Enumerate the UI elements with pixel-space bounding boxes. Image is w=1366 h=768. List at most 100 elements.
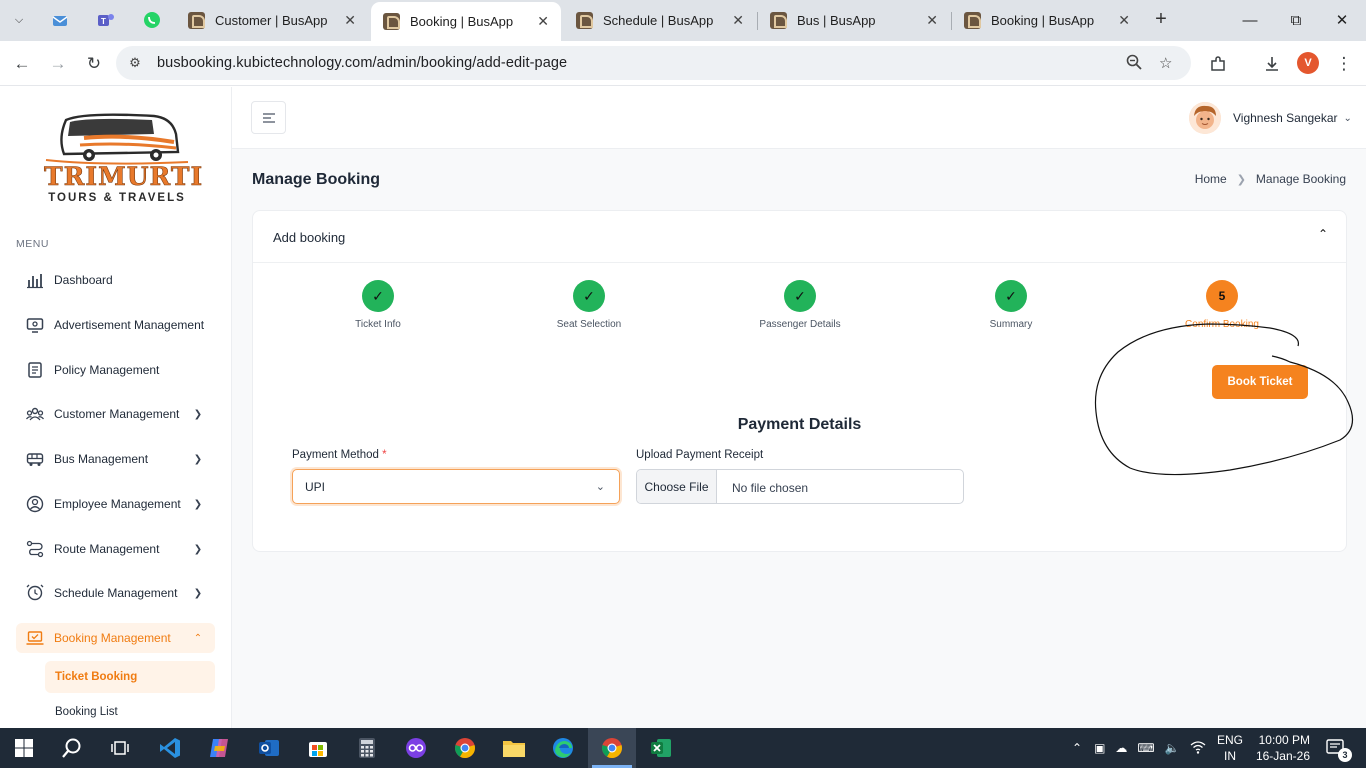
pinned-tab-teams[interactable]: T: [95, 9, 117, 31]
pinned-tab-whatsapp[interactable]: [141, 9, 163, 31]
chevron-down-icon: ⌄: [1343, 112, 1352, 124]
bookmark-star-icon[interactable]: ☆: [1159, 54, 1172, 72]
speaker-icon[interactable]: 🔈: [1165, 741, 1180, 755]
step-seat-selection[interactable]: ✓ Seat Selection: [529, 280, 649, 330]
keyboard-icon[interactable]: ⌨: [1137, 741, 1154, 755]
edge-icon[interactable]: [549, 734, 577, 762]
excel-icon[interactable]: [647, 734, 675, 762]
chrome-icon[interactable]: [451, 734, 479, 762]
close-tab-icon[interactable]: ✕: [926, 12, 938, 29]
step-ticket-info[interactable]: ✓ Ticket Info: [318, 280, 438, 330]
site-info-icon[interactable]: ⚙: [126, 54, 144, 72]
language-indicator[interactable]: ENG IN: [1212, 732, 1248, 764]
chevron-up-icon[interactable]: ⌃: [1318, 227, 1328, 241]
close-window-icon[interactable]: ✕: [1322, 6, 1362, 34]
tab-search-chevron-icon[interactable]: ⌵: [6, 8, 32, 32]
chrome-active-icon[interactable]: [598, 734, 626, 762]
breadcrumb-home[interactable]: Home: [1195, 172, 1227, 186]
clock[interactable]: 10:00 PM 16-Jan-26: [1252, 732, 1310, 764]
sidebar-item-label: Dashboard: [54, 273, 113, 287]
sidebar-item-advertisement[interactable]: Advertisement Management: [16, 310, 215, 340]
chevron-up-icon[interactable]: ⌃: [1072, 741, 1082, 755]
step-summary[interactable]: ✓ Summary: [951, 280, 1071, 330]
sidebar-item-label: Employee Management: [54, 497, 181, 511]
outlook-icon[interactable]: [255, 734, 283, 762]
chevron-down-icon: ⌄: [595, 481, 605, 493]
download-icon[interactable]: [1258, 50, 1286, 78]
back-arrow-icon[interactable]: ←: [8, 50, 36, 78]
chevron-down-icon: ❯: [193, 408, 203, 420]
task-view-icon[interactable]: [106, 734, 134, 762]
close-tab-icon[interactable]: ✕: [1118, 12, 1130, 29]
sidebar-subitem-booking-list[interactable]: Booking List: [45, 696, 215, 728]
extensions-icon[interactable]: [1204, 50, 1232, 78]
check-icon: ✓: [995, 280, 1027, 312]
wifi-icon[interactable]: [1190, 740, 1206, 757]
forward-arrow-icon[interactable]: →: [44, 50, 72, 78]
tab-title: Booking | BusApp: [410, 14, 514, 29]
onedrive-icon[interactable]: ☁: [1115, 741, 1127, 755]
sidebar-item-bus[interactable]: Bus Management ❯: [16, 444, 215, 474]
sidebar-item-schedule[interactable]: Schedule Management ❯: [16, 578, 215, 608]
tab-customer[interactable]: Customer | BusApp ✕: [176, 2, 368, 39]
app-header: Vighnesh Sangekar ⌄: [232, 87, 1366, 149]
upload-receipt-input[interactable]: Choose File No file chosen: [636, 469, 964, 504]
pinned-tab-mail[interactable]: [49, 9, 71, 31]
minimize-icon[interactable]: —: [1230, 6, 1270, 34]
browser-menu-icon[interactable]: ⋮: [1330, 50, 1358, 78]
annotation-scribble: [1094, 323, 1354, 476]
sidebar-item-label: Schedule Management: [54, 586, 178, 600]
chevron-down-icon: ❯: [193, 587, 203, 599]
profile-avatar[interactable]: V: [1297, 52, 1319, 74]
page-title: Manage Booking: [252, 171, 381, 188]
sidebar-item-employee[interactable]: Employee Management ❯: [16, 489, 215, 519]
sidebar-item-policy[interactable]: Policy Management: [16, 355, 215, 385]
user-name: Vighnesh Sangekar: [1233, 111, 1338, 125]
sidebar-item-dashboard[interactable]: Dashboard: [16, 265, 215, 295]
sidebar-item-customer[interactable]: Customer Management ❯: [16, 399, 215, 429]
tab-booking-2[interactable]: Booking | BusApp ✕: [952, 2, 1142, 39]
windows-start-icon[interactable]: [10, 734, 38, 762]
close-tab-icon[interactable]: ✕: [537, 13, 549, 30]
bus-icon: [26, 450, 44, 468]
sidebar-subitem-ticket-booking[interactable]: Ticket Booking: [45, 661, 215, 693]
new-tab-plus-icon[interactable]: +: [1150, 9, 1172, 31]
step-passenger-details[interactable]: ✓ Passenger Details: [740, 280, 860, 330]
sidebar-item-booking[interactable]: Booking Management ⌃: [16, 623, 215, 653]
logo-subtitle: TOURS & TRAVELS: [48, 192, 186, 204]
payment-method-select[interactable]: UPI ⌄: [292, 469, 620, 504]
zoom-icon[interactable]: [1126, 54, 1142, 74]
file-explorer-icon[interactable]: [500, 734, 528, 762]
close-tab-icon[interactable]: ✕: [732, 12, 744, 29]
busapp-favicon-icon: [188, 12, 205, 29]
address-bar[interactable]: ⚙ busbooking.kubictechnology.com/admin/b…: [116, 46, 1191, 80]
clipchamp-icon[interactable]: [402, 734, 430, 762]
copilot-icon[interactable]: [205, 734, 233, 762]
search-icon[interactable]: [58, 734, 86, 762]
sidebar-item-route[interactable]: Route Management ❯: [16, 534, 215, 564]
chevron-right-icon: ❯: [1236, 173, 1246, 186]
choose-file-button[interactable]: Choose File: [637, 470, 717, 503]
whatsapp-icon: [144, 12, 160, 28]
reload-icon[interactable]: ↻: [80, 50, 108, 78]
laptop-icon: [26, 629, 44, 647]
url-text[interactable]: busbooking.kubictechnology.com/admin/boo…: [157, 55, 567, 71]
bus-logo-icon: [45, 113, 189, 165]
vscode-icon[interactable]: [156, 734, 184, 762]
logo-title: TRIMURTI: [44, 162, 204, 192]
calculator-icon[interactable]: [353, 734, 381, 762]
restore-icon[interactable]: ⧉: [1276, 6, 1316, 34]
microsoft-store-icon[interactable]: [304, 734, 332, 762]
tab-schedule[interactable]: Schedule | BusApp ✕: [564, 2, 756, 39]
card-title: Add booking: [273, 230, 346, 245]
notification-count: 3: [1338, 748, 1352, 762]
hamburger-menu-icon[interactable]: [251, 101, 286, 134]
card-header[interactable]: Add booking ⌃: [253, 211, 1346, 263]
close-tab-icon[interactable]: ✕: [344, 12, 356, 29]
user-menu[interactable]: Vighnesh Sangekar ⌄: [1189, 102, 1352, 134]
tab-bus[interactable]: Bus | BusApp ✕: [758, 2, 950, 39]
tab-booking-active[interactable]: Booking | BusApp ✕: [371, 2, 561, 41]
tab-title: Booking | BusApp: [991, 13, 1095, 28]
notifications-icon[interactable]: 3: [1320, 734, 1352, 762]
meet-now-icon[interactable]: ▣: [1094, 741, 1105, 755]
